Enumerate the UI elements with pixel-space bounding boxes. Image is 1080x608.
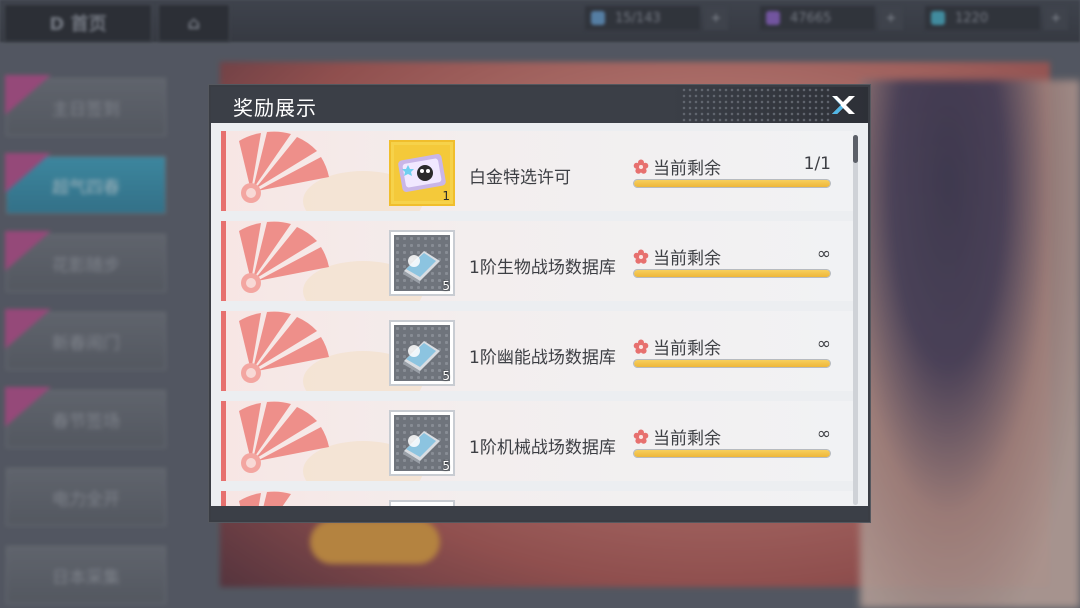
flower-icon xyxy=(633,249,649,264)
progress-fill xyxy=(634,180,830,187)
reward-item-icon[interactable]: 5 xyxy=(389,320,455,386)
header-pattern xyxy=(681,87,831,123)
close-button[interactable] xyxy=(826,91,860,119)
progress-fill xyxy=(634,360,830,367)
list-scrollbar[interactable] xyxy=(853,135,858,505)
item-quantity: 1 xyxy=(442,189,450,203)
fan-decoration-icon xyxy=(239,401,329,473)
row-accent xyxy=(221,311,226,391)
item-quantity: 5 xyxy=(442,459,450,473)
reward-display-dialog: 奖励展示 1 白金特选许可 当前剩余 1/1 5 1阶生物战场数据库 当前剩余 … xyxy=(209,85,870,522)
reward-row: 5 1阶幽能战场数据库 当前剩余 ∞ xyxy=(221,311,853,391)
dialog-footer xyxy=(211,506,868,520)
remaining-progress-bar xyxy=(633,359,831,368)
reward-row xyxy=(221,491,853,507)
item-name: 1阶机械战场数据库 xyxy=(469,438,616,458)
flower-icon xyxy=(633,339,649,354)
item-name: 1阶生物战场数据库 xyxy=(469,258,616,278)
reward-item-icon[interactable]: 5 xyxy=(389,410,455,476)
remaining-value: 1/1 xyxy=(803,154,831,174)
row-accent xyxy=(221,131,226,211)
item-name: 1阶幽能战场数据库 xyxy=(469,348,616,368)
remaining-progress-bar xyxy=(633,269,831,278)
fan-decoration-icon xyxy=(239,311,329,383)
fan-decoration-icon xyxy=(239,491,291,507)
close-icon xyxy=(832,96,855,114)
fan-decoration-icon xyxy=(239,131,329,203)
scrollbar-thumb[interactable] xyxy=(853,135,858,163)
item-quantity: 5 xyxy=(442,369,450,383)
reward-row: 1 白金特选许可 当前剩余 1/1 xyxy=(221,131,853,211)
remaining-value: ∞ xyxy=(816,334,831,354)
row-accent xyxy=(221,221,226,301)
row-accent xyxy=(221,401,226,481)
remaining-label: 当前剩余 xyxy=(653,429,721,449)
dialog-header: 奖励展示 xyxy=(211,87,868,123)
remaining-label: 当前剩余 xyxy=(653,159,721,179)
dialog-title: 奖励展示 xyxy=(233,96,317,120)
fan-decoration-icon xyxy=(239,221,329,293)
reward-list[interactable]: 1 白金特选许可 当前剩余 1/1 5 1阶生物战场数据库 当前剩余 ∞ 5 1… xyxy=(221,131,853,507)
reward-item-icon[interactable]: 5 xyxy=(389,230,455,296)
progress-fill xyxy=(634,270,830,277)
item-quantity: 5 xyxy=(442,279,450,293)
remaining-progress-bar xyxy=(633,179,831,188)
row-accent xyxy=(221,491,226,507)
reward-row: 5 1阶生物战场数据库 当前剩余 ∞ xyxy=(221,221,853,301)
remaining-value: ∞ xyxy=(816,424,831,444)
item-name: 白金特选许可 xyxy=(469,168,571,188)
reward-item-icon[interactable]: 1 xyxy=(389,140,455,206)
remaining-label: 当前剩余 xyxy=(653,249,721,269)
remaining-value: ∞ xyxy=(816,244,831,264)
flower-icon xyxy=(633,159,649,174)
remaining-progress-bar xyxy=(633,449,831,458)
remaining-label: 当前剩余 xyxy=(653,339,721,359)
reward-row: 5 1阶机械战场数据库 当前剩余 ∞ xyxy=(221,401,853,481)
progress-fill xyxy=(634,450,830,457)
flower-icon xyxy=(633,429,649,444)
